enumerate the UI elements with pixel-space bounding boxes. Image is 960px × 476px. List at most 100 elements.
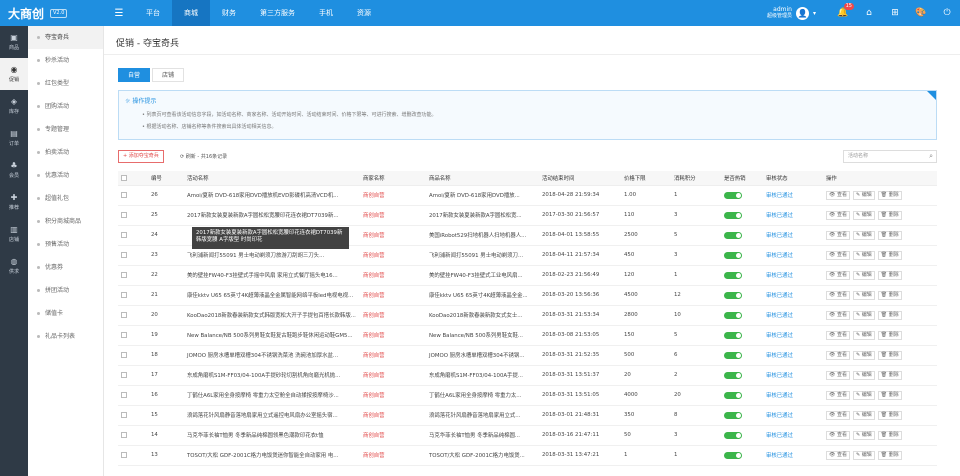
hot-toggle[interactable] xyxy=(724,391,742,399)
cell-status[interactable]: 审核已通过 xyxy=(763,385,823,406)
cell-shop[interactable]: 商创自营 xyxy=(360,385,426,406)
cell-status[interactable]: 审核已通过 xyxy=(763,205,823,226)
hot-toggle[interactable] xyxy=(724,191,742,199)
refresh-button[interactable]: ⟳ 刷新 - 共16条记录 xyxy=(180,153,227,160)
tab-1[interactable]: 店铺 xyxy=(152,68,185,82)
row-checkbox[interactable] xyxy=(121,231,127,238)
edit-button[interactable]: ✎ 编辑 xyxy=(852,190,875,200)
delete-button[interactable]: 🗑 删除 xyxy=(877,350,902,360)
edit-button[interactable]: ✎ 编辑 xyxy=(852,270,875,280)
delete-button[interactable]: 🗑 删除 xyxy=(877,250,902,260)
delete-button[interactable]: 🗑 删除 xyxy=(877,450,902,460)
sidebar-item-10[interactable]: 优惠券 xyxy=(28,256,103,279)
cell-status[interactable]: 审核已通过 xyxy=(763,305,823,326)
edit-button[interactable]: ✎ 编辑 xyxy=(852,410,875,420)
hot-toggle[interactable] xyxy=(724,331,742,339)
sidebar-item-7[interactable]: 超值礼包 xyxy=(28,187,103,210)
rail-item-0[interactable]: ▣ 商品 xyxy=(0,26,28,58)
cell-shop[interactable]: 商创自营 xyxy=(360,265,426,286)
row-checkbox[interactable] xyxy=(121,451,127,458)
user-info[interactable]: admin 超级管理员 xyxy=(767,6,792,20)
cell-status[interactable]: 审核已通过 xyxy=(763,265,823,286)
home-icon[interactable]: ⌂ xyxy=(856,0,882,26)
delete-button[interactable]: 🗑 删除 xyxy=(877,430,902,440)
row-checkbox[interactable] xyxy=(121,351,127,358)
collapse-corner-icon[interactable] xyxy=(927,91,936,100)
cell-shop[interactable]: 商创自营 xyxy=(360,205,426,226)
rail-item-2[interactable]: ◈ 库存 xyxy=(0,90,28,122)
cell-shop[interactable]: 商创自营 xyxy=(360,225,426,246)
hot-toggle[interactable] xyxy=(724,231,742,239)
sidebar-item-9[interactable]: 预售活动 xyxy=(28,233,103,256)
delete-button[interactable]: 🗑 删除 xyxy=(877,190,902,200)
rail-item-4[interactable]: ♣ 会员 xyxy=(0,154,28,186)
view-button[interactable]: 👁 查看 xyxy=(826,270,850,280)
view-button[interactable]: 👁 查看 xyxy=(826,390,850,400)
cell-status[interactable]: 审核已通过 xyxy=(763,285,823,306)
cell-shop[interactable]: 商创自营 xyxy=(360,425,426,446)
select-all-checkbox[interactable] xyxy=(121,174,127,181)
sidebar-item-13[interactable]: 礼品卡列表 xyxy=(28,325,103,348)
chevron-down-icon[interactable]: ▾ xyxy=(813,10,816,17)
row-checkbox[interactable] xyxy=(121,311,127,318)
avatar[interactable]: 👤 xyxy=(795,6,809,20)
nav-item-3[interactable]: 第三方服务 xyxy=(248,0,307,26)
view-button[interactable]: 👁 查看 xyxy=(826,350,850,360)
edit-button[interactable]: ✎ 编辑 xyxy=(852,210,875,220)
rail-item-3[interactable]: ▤ 订单 xyxy=(0,122,28,154)
hot-toggle[interactable] xyxy=(724,351,742,359)
rail-item-1[interactable]: ◉ 促销 xyxy=(0,58,28,90)
palette-icon[interactable]: 🎨 xyxy=(908,0,934,26)
rail-item-5[interactable]: ✚ 推荐 xyxy=(0,186,28,218)
sidebar-item-0[interactable]: 夺宝奇兵 xyxy=(28,26,103,49)
edit-button[interactable]: ✎ 编辑 xyxy=(852,250,875,260)
sidebar-item-3[interactable]: 团购活动 xyxy=(28,95,103,118)
view-button[interactable]: 👁 查看 xyxy=(826,370,850,380)
hot-toggle[interactable] xyxy=(724,271,742,279)
cell-status[interactable]: 审核已通过 xyxy=(763,365,823,386)
row-checkbox[interactable] xyxy=(121,411,127,418)
cell-status[interactable]: 审核已通过 xyxy=(763,325,823,346)
delete-button[interactable]: 🗑 删除 xyxy=(877,290,902,300)
sidebar-item-6[interactable]: 优惠活动 xyxy=(28,164,103,187)
sidebar-item-1[interactable]: 秒杀活动 xyxy=(28,49,103,72)
logo[interactable]: 大商创 V2.0 xyxy=(0,0,104,26)
row-checkbox[interactable] xyxy=(121,331,127,338)
view-button[interactable]: 👁 查看 xyxy=(826,410,850,420)
sitemap-icon[interactable]: ⊞ xyxy=(882,0,908,26)
add-button[interactable]: + 添加夺宝奇兵 xyxy=(118,150,164,163)
bell-icon[interactable]: 🔔 15 xyxy=(830,0,856,26)
sidebar-item-8[interactable]: 积分商城商品 xyxy=(28,210,103,233)
cell-shop[interactable]: 商创自营 xyxy=(360,285,426,306)
view-button[interactable]: 👁 查看 xyxy=(826,450,850,460)
hot-toggle[interactable] xyxy=(724,451,742,459)
sidebar-item-11[interactable]: 拼团活动 xyxy=(28,279,103,302)
cell-shop[interactable]: 商创自营 xyxy=(360,445,426,466)
row-checkbox[interactable] xyxy=(121,291,127,298)
edit-button[interactable]: ✎ 编辑 xyxy=(852,390,875,400)
delete-button[interactable]: 🗑 删除 xyxy=(877,270,902,280)
delete-button[interactable]: 🗑 删除 xyxy=(877,410,902,420)
hot-toggle[interactable] xyxy=(724,371,742,379)
cell-status[interactable]: 审核已通过 xyxy=(763,405,823,426)
nav-item-1[interactable]: 商城 xyxy=(172,0,210,26)
search-input[interactable]: 活动名称 ⌕ xyxy=(843,150,937,163)
hot-toggle[interactable] xyxy=(724,311,742,319)
cell-status[interactable]: 审核已通过 xyxy=(763,445,823,466)
cell-shop[interactable]: 商创自营 xyxy=(360,345,426,366)
view-button[interactable]: 👁 查看 xyxy=(826,230,850,240)
search-icon[interactable]: ⌕ xyxy=(929,151,933,162)
hot-toggle[interactable] xyxy=(724,411,742,419)
delete-button[interactable]: 🗑 删除 xyxy=(877,370,902,380)
delete-button[interactable]: 🗑 删除 xyxy=(877,330,902,340)
edit-button[interactable]: ✎ 编辑 xyxy=(852,370,875,380)
row-checkbox[interactable] xyxy=(121,251,127,258)
sidebar-item-5[interactable]: 拍卖活动 xyxy=(28,141,103,164)
view-button[interactable]: 👁 查看 xyxy=(826,430,850,440)
cell-status[interactable]: 审核已通过 xyxy=(763,425,823,446)
view-button[interactable]: 👁 查看 xyxy=(826,210,850,220)
view-button[interactable]: 👁 查看 xyxy=(826,310,850,320)
row-checkbox[interactable] xyxy=(121,211,127,218)
edit-button[interactable]: ✎ 编辑 xyxy=(852,330,875,340)
view-button[interactable]: 👁 查看 xyxy=(826,190,850,200)
